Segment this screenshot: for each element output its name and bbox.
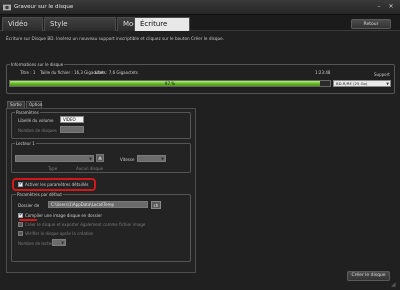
- highlight-annotation: [12, 178, 96, 191]
- subtab-sortie[interactable]: Sortie: [7, 101, 25, 108]
- chevron-down-icon: ▼: [386, 82, 389, 86]
- subtab-option[interactable]: Option: [26, 101, 42, 108]
- chevron-down-icon: ▼: [89, 157, 92, 161]
- copies-label: Nombre de disques: [18, 128, 57, 133]
- chevron-down-icon: ▼: [161, 157, 164, 161]
- chevron-down-icon: ▼: [61, 241, 64, 245]
- disc-info-group: [6, 64, 395, 94]
- tab-video[interactable]: Vidéo: [2, 17, 43, 31]
- volume-label: Libellé du volume: [18, 118, 54, 123]
- compile-image-label: Compiler une image disque en dossier: [25, 213, 102, 218]
- disc-burner-icon: [3, 4, 11, 11]
- duration: 1:23:48: [315, 70, 331, 75]
- reader-count-select[interactable]: ▼: [52, 239, 66, 246]
- disc-info-legend: Informations sur le disque: [10, 62, 65, 67]
- reader-no-disc-label: Aucun disque: [76, 166, 104, 171]
- support-value: BD-R/RE (25 Go): [336, 81, 368, 86]
- reader-select[interactable]: ▼: [15, 155, 94, 162]
- instructions-text: Écriture sur Disque BD. Insérez un nouve…: [6, 36, 225, 41]
- free-space: Libre : 7,6 Gigaoctets: [95, 70, 138, 75]
- title-bar: Graveur sur le disque – ✕: [0, 0, 400, 15]
- tab-style[interactable]: Style: [44, 17, 116, 31]
- window-title: Graveur sur le disque: [14, 4, 74, 10]
- compile-image-checkbox[interactable]: ✔: [18, 213, 23, 218]
- minimize-icon[interactable]: –: [375, 3, 383, 11]
- underline-annotation: [19, 219, 37, 221]
- main-tab-bar: Vidéo Style Modifier Écriture: [0, 15, 400, 31]
- speed-label: Vitesse: [120, 157, 135, 162]
- reader-legend: Lecteur 1: [15, 141, 36, 146]
- support-select[interactable]: BD-R/RE (25 Go) ▼: [333, 80, 391, 87]
- speed-select[interactable]: ▼: [137, 155, 166, 162]
- progress-text: 97 %: [164, 81, 176, 86]
- disc-usage-progress: 97 %: [9, 80, 331, 87]
- create-and-export-checkbox[interactable]: ✔: [18, 222, 23, 227]
- volume-input[interactable]: VIDEO: [60, 116, 84, 123]
- create-disc-button[interactable]: Créer le disque: [347, 271, 390, 281]
- tab-ecriture[interactable]: Écriture: [134, 17, 190, 31]
- params-group: [11, 112, 191, 139]
- params-legend: Paramètres: [15, 110, 40, 115]
- close-icon[interactable]: ✕: [387, 3, 395, 11]
- verify-label: Vérifier le disque après la création: [25, 231, 94, 236]
- reader-type-label: Type: [48, 166, 58, 171]
- create-and-export-label: Créer le disque et exporter également co…: [25, 222, 146, 227]
- eject-icon[interactable]: ▲: [96, 154, 104, 162]
- title-count: Titre : 1: [20, 70, 36, 75]
- browse-button[interactable]: ch: [151, 201, 161, 209]
- folder-input[interactable]: C:\Users\1\AppData\Local\Temp: [48, 201, 148, 208]
- folder-label: Dossier de: [18, 203, 40, 208]
- back-button[interactable]: Retour: [351, 19, 391, 29]
- verify-checkbox[interactable]: [18, 231, 23, 236]
- copies-input[interactable]: [60, 126, 84, 133]
- resize-grip-icon[interactable]: ◢: [391, 281, 398, 288]
- default-params-legend: Paramètres par défaut: [16, 192, 63, 197]
- support-label: Support: [374, 72, 390, 77]
